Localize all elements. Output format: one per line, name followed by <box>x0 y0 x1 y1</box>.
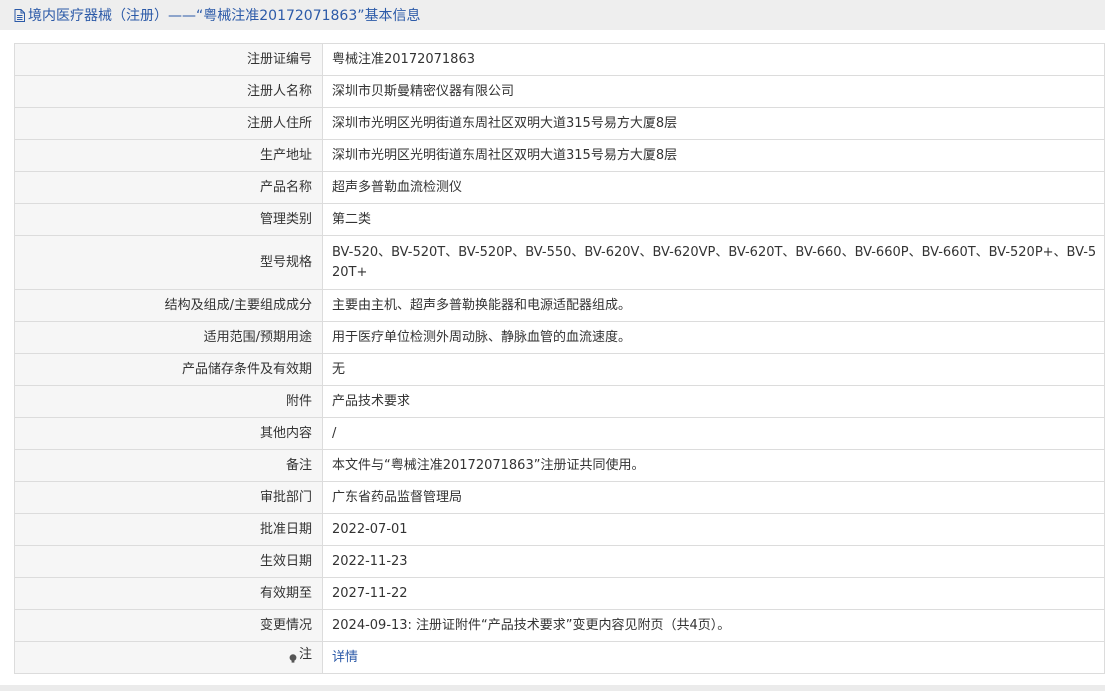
field-value: 广东省药品监督管理局 <box>322 481 1105 514</box>
field-value: 深圳市光明区光明街道东周社区双明大道315号易方大厦8层 <box>322 139 1105 172</box>
lightbulb-icon <box>289 650 297 663</box>
page-title: 境内医疗器械（注册）——“粤械注准20172071863”基本信息 <box>28 8 421 24</box>
field-value: 超声多普勒血流检测仪 <box>322 171 1105 204</box>
table-row: 生产地址 深圳市光明区光明街道东周社区双明大道315号易方大厦8层 <box>14 139 1105 172</box>
table-row: 型号规格 BV-520、BV-520T、BV-520P、BV-550、BV-62… <box>14 235 1105 290</box>
detail-panel: 注册证编号 粤械注准20172071863 注册人名称 深圳市贝斯曼精密仪器有限… <box>0 30 1105 685</box>
field-label: 注册证编号 <box>14 43 323 76</box>
field-label: 适用范围/预期用途 <box>14 321 323 354</box>
table-row-note: 注 详情 <box>14 641 1105 674</box>
field-value: 2022-07-01 <box>322 513 1105 546</box>
note-label-text: 注 <box>298 646 312 662</box>
field-value: 本文件与“粤械注准20172071863”注册证共同使用。 <box>322 449 1105 482</box>
field-value: 无 <box>322 353 1105 386</box>
field-value: 产品技术要求 <box>322 385 1105 418</box>
field-label: 变更情况 <box>14 609 323 642</box>
field-label: 型号规格 <box>14 235 323 290</box>
table-row: 注册人名称 深圳市贝斯曼精密仪器有限公司 <box>14 75 1105 108</box>
table-row: 备注 本文件与“粤械注准20172071863”注册证共同使用。 <box>14 449 1105 482</box>
table-row: 生效日期 2022-11-23 <box>14 545 1105 578</box>
field-value: BV-520、BV-520T、BV-520P、BV-550、BV-620V、BV… <box>322 235 1105 290</box>
table-row: 产品储存条件及有效期 无 <box>14 353 1105 386</box>
table-row: 管理类别 第二类 <box>14 203 1105 236</box>
field-label: 附件 <box>14 385 323 418</box>
field-value: 2022-11-23 <box>322 545 1105 578</box>
field-value: 2024-09-13: 注册证附件“产品技术要求”变更内容见附页（共4页）。 <box>322 609 1105 642</box>
field-label: 批准日期 <box>14 513 323 546</box>
field-value: 用于医疗单位检测外周动脉、静脉血管的血流速度。 <box>322 321 1105 354</box>
field-value: 深圳市贝斯曼精密仪器有限公司 <box>322 75 1105 108</box>
table-row: 适用范围/预期用途 用于医疗单位检测外周动脉、静脉血管的血流速度。 <box>14 321 1105 354</box>
field-label: 结构及组成/主要组成成分 <box>14 289 323 322</box>
field-label: 产品名称 <box>14 171 323 204</box>
field-value: / <box>322 417 1105 450</box>
table-row: 附件 产品技术要求 <box>14 385 1105 418</box>
table-row: 产品名称 超声多普勒血流检测仪 <box>14 171 1105 204</box>
table-row: 有效期至 2027-11-22 <box>14 577 1105 610</box>
field-label: 生产地址 <box>14 139 323 172</box>
field-value: 2027-11-22 <box>322 577 1105 610</box>
field-label: 注册人名称 <box>14 75 323 108</box>
table-row: 审批部门 广东省药品监督管理局 <box>14 481 1105 514</box>
field-label: 备注 <box>14 449 323 482</box>
note-value: 详情 <box>322 641 1105 674</box>
field-label: 管理类别 <box>14 203 323 236</box>
field-value: 粤械注准20172071863 <box>322 43 1105 76</box>
table-row: 注册人住所 深圳市光明区光明街道东周社区双明大道315号易方大厦8层 <box>14 107 1105 140</box>
field-label: 审批部门 <box>14 481 323 514</box>
details-link[interactable]: 详情 <box>332 650 358 665</box>
table-row: 注册证编号 粤械注准20172071863 <box>14 43 1105 76</box>
field-value: 第二类 <box>322 203 1105 236</box>
field-label: 注册人住所 <box>14 107 323 140</box>
document-icon <box>14 8 25 22</box>
note-label: 注 <box>14 641 323 674</box>
field-label: 其他内容 <box>14 417 323 450</box>
field-label: 生效日期 <box>14 545 323 578</box>
table-row: 批准日期 2022-07-01 <box>14 513 1105 546</box>
table-row: 其他内容 / <box>14 417 1105 450</box>
info-table: 注册证编号 粤械注准20172071863 注册人名称 深圳市贝斯曼精密仪器有限… <box>14 43 1105 674</box>
field-label: 有效期至 <box>14 577 323 610</box>
page-header: 境内医疗器械（注册）——“粤械注准20172071863”基本信息 <box>0 0 1105 30</box>
table-row: 结构及组成/主要组成成分 主要由主机、超声多普勒换能器和电源适配器组成。 <box>14 289 1105 322</box>
field-label: 产品储存条件及有效期 <box>14 353 323 386</box>
field-value: 主要由主机、超声多普勒换能器和电源适配器组成。 <box>322 289 1105 322</box>
table-row: 变更情况 2024-09-13: 注册证附件“产品技术要求”变更内容见附页（共4… <box>14 609 1105 642</box>
field-value: 深圳市光明区光明街道东周社区双明大道315号易方大厦8层 <box>322 107 1105 140</box>
